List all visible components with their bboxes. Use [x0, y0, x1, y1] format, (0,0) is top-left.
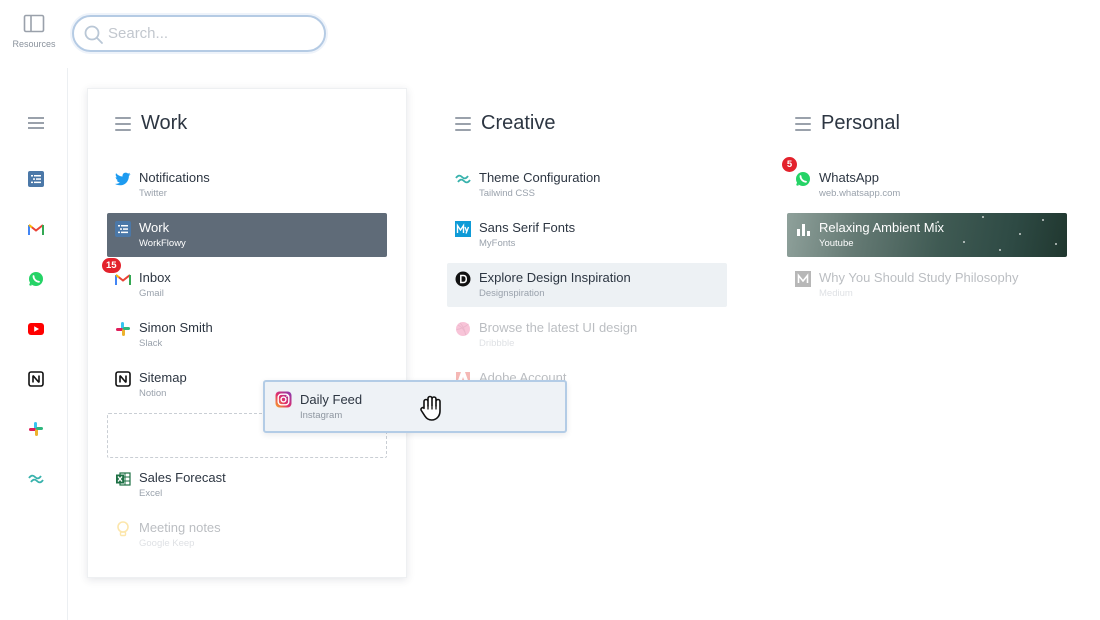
item-title: Meeting notes — [139, 520, 221, 535]
item-title: Why You Should Study Philosophy — [819, 270, 1019, 285]
list-item-explore-design-inspiration[interactable]: Explore Design Inspiration Designspirati… — [447, 263, 727, 307]
myfonts-icon — [455, 221, 471, 237]
list-item-theme-configuration[interactable]: Theme Configuration Tailwind CSS — [447, 163, 727, 207]
list-item-work[interactable]: Work WorkFlowy — [107, 213, 387, 257]
item-title: Work — [139, 220, 170, 235]
excel-icon — [115, 471, 131, 487]
item-subtitle: web.whatsapp.com — [819, 188, 901, 199]
item-subtitle: Slack — [139, 338, 163, 349]
item-title: Explore Design Inspiration — [479, 270, 631, 285]
work-column-header[interactable]: Work — [115, 112, 187, 135]
list-item-simon-smith[interactable]: Simon Smith Slack — [107, 313, 387, 357]
medium-icon — [795, 271, 811, 287]
notion-icon[interactable] — [26, 369, 46, 389]
tailwind-icon — [455, 171, 471, 187]
designspiration-icon — [455, 271, 471, 287]
slack-icon — [115, 321, 131, 337]
item-subtitle: Instagram — [300, 410, 343, 421]
unread-count-badge: 15 — [102, 258, 121, 273]
menu-icon[interactable] — [26, 113, 46, 133]
item-title: Simon Smith — [139, 320, 213, 335]
item-title: Daily Feed — [300, 392, 363, 407]
item-subtitle: Google Keep — [139, 538, 195, 549]
notion-icon — [115, 371, 131, 387]
list-item-inbox[interactable]: Inbox Gmail — [107, 263, 387, 307]
item-subtitle: Notion — [139, 388, 167, 399]
item-title: WhatsApp — [819, 170, 879, 185]
creative-column-header[interactable]: Creative — [455, 112, 555, 135]
tailwind-icon[interactable] — [26, 469, 46, 489]
search-box[interactable] — [72, 15, 326, 52]
sparkle — [982, 216, 984, 218]
item-title: Notifications — [139, 170, 210, 185]
sparkle — [1055, 243, 1057, 245]
item-subtitle: Designspiration — [479, 288, 545, 299]
item-subtitle: Dribbble — [479, 338, 515, 349]
drag-handle-icon[interactable] — [795, 116, 811, 131]
personal-column-header[interactable]: Personal — [795, 112, 900, 135]
list-item-sans-serif-fonts[interactable]: Sans Serif Fonts MyFonts — [447, 213, 727, 257]
youtube-icon[interactable] — [26, 319, 46, 339]
item-subtitle: Excel — [139, 488, 163, 499]
item-title: Sitemap — [139, 370, 187, 385]
list-item-why-study-philosophy[interactable]: Why You Should Study Philosophy Medium — [787, 263, 1067, 307]
item-title: Sales Forecast — [139, 470, 226, 485]
whatsapp-icon[interactable] — [26, 269, 46, 289]
item-subtitle: WorkFlowy — [139, 238, 186, 249]
list-item-browse-latest-ui-design[interactable]: Browse the latest UI design Dribbble — [447, 313, 727, 357]
column-title: Work — [141, 112, 188, 134]
search-icon — [84, 25, 103, 44]
sparkle — [1042, 219, 1044, 221]
list-item-whatsapp[interactable]: WhatsApp web.whatsapp.com — [787, 163, 1067, 207]
workflowy-icon — [115, 221, 131, 237]
whatsapp-icon — [795, 171, 811, 187]
gmail-icon[interactable] — [26, 219, 46, 239]
list-item-meeting-notes[interactable]: Meeting notes Google Keep — [107, 513, 387, 557]
rail-divider — [67, 68, 68, 620]
resources-label: Resources — [12, 39, 56, 49]
search-input[interactable] — [108, 23, 308, 43]
slack-icon[interactable] — [26, 419, 46, 439]
drag-handle-icon[interactable] — [115, 116, 131, 131]
column-title: Creative — [481, 112, 556, 134]
item-subtitle: MyFonts — [479, 238, 516, 249]
item-title: Inbox — [139, 270, 171, 285]
sparkle — [999, 249, 1001, 251]
unread-count-badge: 5 — [782, 157, 797, 172]
sparkle — [963, 241, 965, 243]
gmail-icon — [115, 271, 131, 287]
twitter-icon — [115, 171, 131, 187]
dragging-item-daily-feed[interactable]: Daily Feed Instagram — [263, 380, 567, 433]
resources-button[interactable]: Resources — [8, 14, 60, 49]
item-subtitle: Gmail — [139, 288, 164, 299]
dribbble-icon — [455, 321, 471, 337]
list-item-relaxing-ambient-mix[interactable]: Relaxing Ambient Mix Youtube — [787, 213, 1067, 257]
grab-hand-cursor-icon — [420, 395, 441, 421]
list-item-notifications[interactable]: Notifications Twitter — [107, 163, 387, 207]
bar-chart-icon — [795, 221, 811, 237]
workflowy-icon[interactable] — [26, 169, 46, 189]
google-keep-icon — [115, 521, 131, 537]
sparkle — [1019, 233, 1021, 235]
item-title: Sans Serif Fonts — [479, 220, 576, 235]
item-subtitle: Twitter — [139, 188, 167, 199]
item-subtitle: Medium — [819, 288, 853, 299]
instagram-icon — [275, 391, 292, 408]
item-title: Relaxing Ambient Mix — [819, 220, 944, 235]
drag-handle-icon[interactable] — [455, 116, 471, 131]
item-subtitle: Tailwind CSS — [479, 188, 535, 199]
sidebar-panel-icon — [23, 14, 45, 33]
list-item-sales-forecast[interactable]: Sales Forecast Excel — [107, 463, 387, 507]
item-title: Browse the latest UI design — [479, 320, 638, 335]
item-subtitle: Youtube — [819, 238, 854, 249]
item-title: Theme Configuration — [479, 170, 601, 185]
column-title: Personal — [821, 112, 900, 134]
